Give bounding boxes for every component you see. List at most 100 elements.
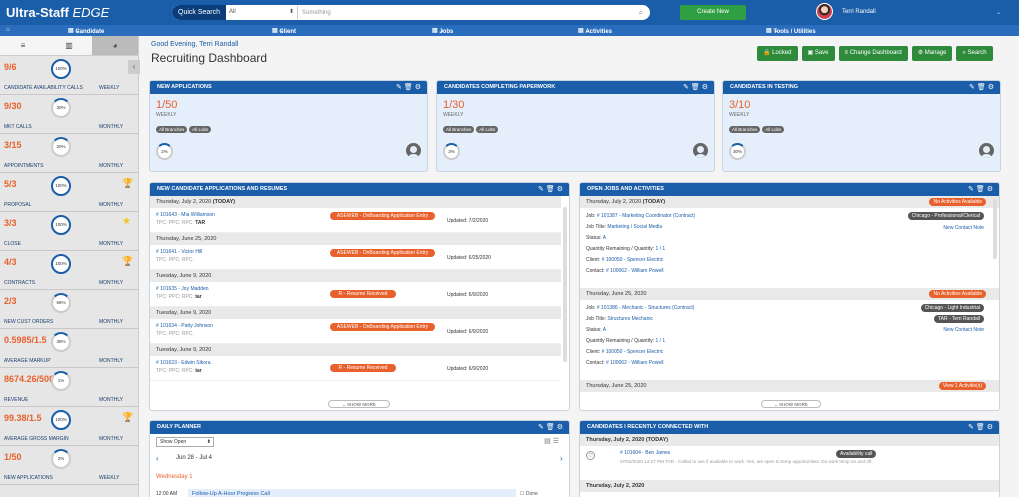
next-week-icon[interactable]: › [560, 454, 563, 463]
search-input[interactable]: Something [298, 10, 632, 16]
client-link[interactable]: # 100050 - Spencer Electric [602, 349, 664, 355]
kpi-item[interactable]: 0.5985/1.5 39% AVERAGE MARKUP MONTHLY [0, 329, 138, 368]
kpi-item[interactable]: 9/30 30% MKT CALLS MONTHLY [0, 95, 138, 134]
branch-chip[interactable]: All Branches [156, 126, 188, 133]
job-item[interactable]: Job: # 101387 - Marketing Coordinator (C… [580, 208, 999, 288]
job-title-link[interactable]: Structures Mechanic [607, 316, 653, 322]
contact-link[interactable]: # 100062 - William Powell [606, 360, 664, 366]
chevron-down-icon[interactable]: ⌄ [996, 9, 1001, 16]
branch-chip[interactable]: All Branches [443, 126, 475, 133]
branch-chip[interactable]: All Branches [729, 126, 761, 133]
done-checkbox[interactable]: ☐ Done [520, 491, 538, 497]
candidate-link[interactable]: # 101604 - Ben James [620, 450, 670, 456]
manage-button[interactable]: ⚙ Manage [911, 46, 953, 61]
no-activities-badge[interactable]: No Activities Available [929, 198, 986, 206]
list-view-icon[interactable]: ≡ [0, 36, 46, 55]
kpi-item[interactable]: 9/6 100% CANDIDATE AVAILABILITY CALLS WEEKL… [0, 56, 138, 95]
contact-link[interactable]: # 100062 - William Powell [606, 268, 664, 274]
job-quantity[interactable]: 1 / 1 [655, 338, 665, 344]
nav-tools[interactable]: ▤ Tools / Utilities ⌄ [766, 27, 816, 35]
show-more-button[interactable]: ⌄ SHOW MORE [761, 400, 821, 408]
prev-week-icon[interactable]: ‹ [156, 454, 159, 463]
pie-view-icon[interactable]: ◕ [92, 36, 138, 55]
chart-view-icon[interactable]: ▥ [46, 36, 92, 55]
job-link[interactable]: # 101386 - Mechanic - Structures (Contra… [597, 305, 695, 311]
application-row[interactable]: # 101635 - Joy Madden TPC: PPC: RPC: tar R… [150, 282, 561, 307]
kpi-item[interactable]: 3/15 20% APPOINTMENTS MONTHLY [0, 134, 138, 173]
kpi-item[interactable]: 8674.26/500 1% REVENUE MONTHLY [0, 368, 138, 407]
summary-value: 1/50 [156, 99, 178, 111]
kpi-item[interactable]: 1/50 2% NEW APPLICATIONS WEEKLY [0, 446, 138, 485]
show-more-button[interactable]: ⌄ SHOW MORE [328, 400, 390, 408]
new-applications-panel: NEW APPLICATIONS ✎🗑⚙ 1/50 WEEKLY All Bran… [149, 80, 428, 172]
person-icon[interactable] [693, 143, 708, 158]
lob-chip[interactable]: All Lobs [762, 126, 785, 133]
collapse-sidebar-icon[interactable]: ‹ [128, 60, 140, 74]
view-activities-badge[interactable]: View 1 Activitie(s) [938, 382, 986, 390]
nav-client[interactable]: ▤ Client ⌄ [272, 27, 296, 35]
view-toggle-icon[interactable]: ▤☰ [544, 437, 561, 445]
job-item[interactable]: Job: # 101386 - Mechanic - Structures (C… [580, 300, 999, 380]
category-tag: Chicago - Professional/Clerical [907, 212, 984, 220]
application-row[interactable]: # 101633 - Edwin Sikora TPC: PPC: RPC: ta… [150, 356, 561, 381]
new-contact-note-link[interactable]: New Contact Note [943, 225, 984, 231]
kpi-item[interactable]: 3/3 100% CLOSE MONTHLY ★ [0, 212, 138, 251]
date-label: Thursday, June 25, 2020 [586, 383, 647, 389]
no-activities-badge[interactable]: No Activities Available [929, 290, 986, 298]
job-quantity[interactable]: 1 / 1 [655, 246, 665, 252]
kpi-item[interactable]: 4/3 100% CONTRACTS MONTHLY 🏆 [0, 251, 138, 290]
change-dashboard-button[interactable]: ≡ Change Dashboard [838, 46, 908, 61]
new-contact-note-link[interactable]: New Contact Note [943, 327, 984, 333]
user-menu[interactable]: Terri Randall [816, 3, 876, 20]
nav-activities[interactable]: ▤ Activities ⌄ [578, 27, 612, 35]
candidate-link[interactable]: # 101643 - Mia Williamson [156, 212, 215, 218]
lob-chip[interactable]: All Lobs [476, 126, 499, 133]
planner-filter-select[interactable]: Show Open [156, 437, 214, 447]
create-new-button[interactable]: Create New [680, 5, 746, 20]
candidate-link[interactable]: # 101633 - Edwin Sikora [156, 360, 210, 366]
nav-candidate[interactable]: ▤ Candidate ⌄ [68, 27, 104, 35]
search-icon[interactable]: ⌕ [632, 8, 650, 18]
job-status[interactable]: A [603, 235, 606, 241]
scrollbar[interactable] [993, 199, 997, 259]
candidate-link[interactable]: # 101634 - Patty Johnson [156, 323, 213, 329]
panel-tools-icon[interactable]: ✎🗑⚙ [683, 81, 710, 94]
progress-ring: 30% [51, 98, 71, 118]
kpi-item[interactable]: 2/3 66% NEW CUST ORDERS MONTHLY [0, 290, 138, 329]
planner-task[interactable]: Follow-Up A-Hour Progress Call [188, 489, 516, 497]
date-label: Tuesday, June 9, 2020 [156, 310, 212, 316]
kpi-item[interactable]: 5/3 100% PROPOSAL MONTHLY 🏆 [0, 173, 138, 212]
person-icon[interactable] [406, 143, 421, 158]
app-logo[interactable]: Ultra-Staff EDGE [0, 5, 172, 20]
application-row[interactable]: # 101641 - Victor Hill TPC: PPC: RPC: ASE… [150, 245, 561, 270]
job-link[interactable]: # 101387 - Marketing Coordinator (Contra… [597, 213, 695, 219]
candidate-link[interactable]: # 101635 - Joy Madden [156, 286, 209, 292]
person-icon[interactable] [979, 143, 994, 158]
panel-tools-icon[interactable]: ✎🗑⚙ [969, 81, 996, 94]
candidate-link[interactable]: # 101641 - Victor Hill [156, 249, 202, 255]
application-row[interactable]: # 101634 - Patty Johnson TPC: PPC: RPC: A… [150, 319, 561, 344]
connected-item[interactable]: ◷ # 101604 - Ben James Availability call… [580, 446, 999, 480]
panel-tools-icon[interactable]: ✎🗑⚙ [968, 421, 995, 434]
save-button[interactable]: ▣ Save [801, 46, 835, 61]
client-link[interactable]: # 100050 - Spencer Electric [602, 257, 664, 263]
scrollbar[interactable] [563, 207, 567, 362]
summary-period: WEEKLY [729, 112, 750, 118]
panel-tools-icon[interactable]: ✎🗑⚙ [396, 81, 423, 94]
panel-tools-icon[interactable]: ✎🗑⚙ [538, 183, 565, 196]
lob-chip[interactable]: All Lobs [189, 126, 212, 133]
job-title-link[interactable]: Marketing / Social Media [607, 224, 662, 230]
tpc-line: TPC: PPC: RPC: [156, 257, 194, 263]
home-icon[interactable]: ⌂ [6, 27, 10, 33]
panel-tools-icon[interactable]: ✎🗑⚙ [538, 421, 565, 434]
quick-search-label: Quick Search [172, 5, 227, 20]
job-status[interactable]: A [603, 327, 606, 333]
application-row[interactable]: # 101643 - Mia Williamson TPC: PPC: RPC: … [150, 208, 561, 233]
locked-button[interactable]: 🔒 Locked [757, 46, 798, 61]
search-scope-select[interactable]: All [226, 6, 299, 19]
nav-jobs[interactable]: ▤ Jobs ⌄ [432, 27, 453, 35]
kpi-item[interactable]: 99.38/1.5 100% AVERAGE GROSS MARGIN MONTHLY… [0, 407, 138, 446]
today-label: (TODAY) [212, 199, 236, 205]
panel-tools-icon[interactable]: ✎🗑⚙ [968, 183, 995, 196]
search-button[interactable]: ⌕ Search [956, 46, 993, 61]
